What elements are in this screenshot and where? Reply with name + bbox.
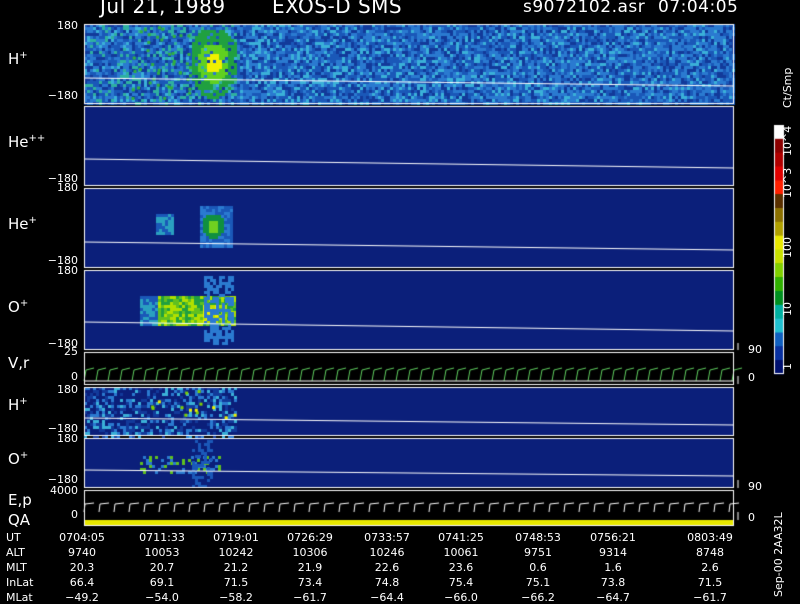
tick-h2-max: 180 [57,383,78,396]
cell-mlat-1: −54.0 [145,591,179,604]
qa-label: QA [8,511,31,529]
panel-label-vr: V,r [8,354,30,372]
cell-ut-5: 0741:25 [438,531,484,544]
cell-mlat-7: −64.7 [596,591,630,604]
colorbar-label-10: 10 [781,302,794,316]
cell-alt-1: 10053 [144,546,180,559]
row-label-alt: ALT [6,546,25,559]
cell-mlat-6: −66.2 [521,591,555,604]
panel-label-o-plus-2: O+ [8,450,29,468]
cell-invlat-2: 71.5 [223,576,249,589]
cell-invlat-3: 73.4 [297,576,323,589]
cell-invlat-1: 69.1 [149,576,175,589]
cell-ut-8: 0803:49 [687,531,733,544]
start-time: 07:04:05 [658,0,739,17]
cell-ut-7: 0756:21 [590,531,636,544]
row-label-invlat: InLat [6,576,34,589]
cell-alt-5: 10061 [443,546,479,559]
cell-mlat-0: −49.2 [65,591,99,604]
cell-alt-8: 8748 [696,546,724,559]
cell-mlt-1: 20.7 [149,561,175,574]
date-title: Jul 21, 1989 [100,0,226,18]
cell-alt-2: 10242 [218,546,254,559]
cell-mlt-8: 2.6 [701,561,719,574]
rtick-o2: 90 [748,480,762,493]
cell-alt-0: 9740 [68,546,96,559]
cell-ut-6: 0748:53 [515,531,561,544]
cell-alt-4: 10246 [369,546,405,559]
tick-h-max: 180 [57,19,78,32]
cell-alt-7: 9314 [599,546,627,559]
cell-mlat-5: −66.0 [444,591,478,604]
cell-mlat-8: −61.7 [693,591,727,604]
tick-ep-max: 4000 [50,484,78,497]
rtick-vr: 0 [748,371,755,384]
cell-invlat-6: 75.1 [525,576,551,589]
cell-invlat-5: 75.4 [448,576,474,589]
colorbar-label-1: 1 [781,363,794,370]
file-name: s9072102.asr [523,0,646,17]
rtick-ep: 0 [748,511,755,524]
cell-ut-2: 0719:01 [213,531,259,544]
panel-label-he-plus-plus: He++ [8,133,46,151]
cell-alt-3: 10306 [292,546,328,559]
row-label-mlt: MLT [6,561,27,574]
cell-mlt-5: 23.6 [448,561,474,574]
cell-ut-1: 0711:33 [139,531,185,544]
tick-o2-max: 180 [57,432,78,445]
tick-hep-max: 180 [57,181,78,194]
cell-mlat-3: −61.7 [293,591,327,604]
panel-label-he-plus: He+ [8,215,37,233]
colorbar-label-1e3: 10^3 [781,167,794,198]
cell-ut-4: 0733:57 [364,531,410,544]
tick-h-min: −180 [47,89,78,102]
cell-mlt-7: 1.6 [604,561,622,574]
tick-vr-min: 0 [71,370,78,383]
instrument-title: EXOS-D SMS [272,0,403,18]
tick-vr-max: 25 [64,345,78,358]
cell-mlt-2: 21.2 [223,561,249,574]
rtick-op: 90 [748,343,762,356]
cell-ut-0: 0704:05 [59,531,105,544]
colorbar-label-100: 100 [781,237,794,258]
panel-label-ep: E,p [8,491,32,509]
cell-mlt-0: 20.3 [69,561,95,574]
row-label-ut: UT [6,531,21,544]
cell-invlat-8: 71.5 [697,576,723,589]
cell-mlt-6: 0.6 [529,561,547,574]
cell-ut-3: 0726:29 [287,531,333,544]
version-label: Sep-00 2AA32L [772,512,785,597]
cell-invlat-7: 73.8 [600,576,626,589]
cell-invlat-4: 74.8 [374,576,400,589]
cell-mlat-4: −64.4 [370,591,404,604]
colorbar-label-1e4: 10^4 [781,125,794,156]
cell-mlat-2: −58.2 [219,591,253,604]
tick-ep-min: 0 [71,508,78,521]
panel-label-o-plus: O+ [8,298,29,316]
cell-mlt-3: 21.9 [297,561,323,574]
panel-label-h-plus: H+ [8,50,28,68]
cell-alt-6: 9751 [524,546,552,559]
cell-mlt-4: 22.6 [374,561,400,574]
cell-invlat-0: 66.4 [69,576,95,589]
colorbar-unit: Ct/Smp [781,67,794,108]
tick-op-max: 180 [57,264,78,277]
spectrogram-canvas [0,0,800,600]
row-label-mlat: MLat [6,591,33,604]
panel-label-h-plus-2: H+ [8,396,28,414]
